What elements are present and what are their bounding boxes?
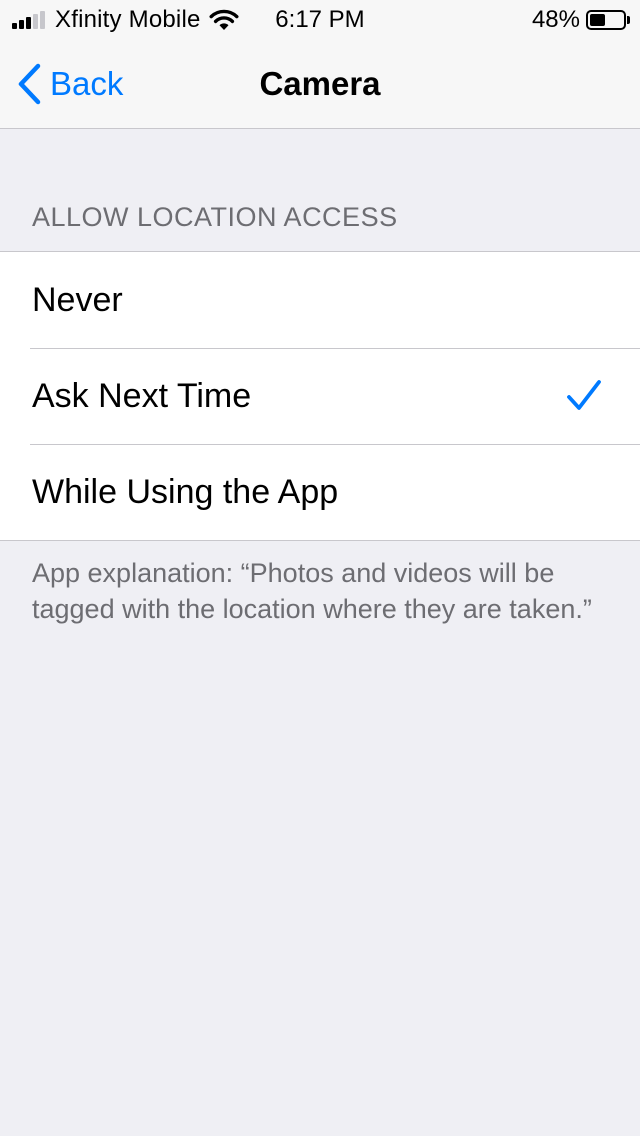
option-label: While Using the App [32,473,339,511]
app-explanation: App explanation: “Photos and videos will… [32,558,592,624]
option-label: Never [32,281,123,319]
page-title: Camera [259,65,381,102]
battery-percent: 48% [531,6,580,33]
navigation-bar: Back Camera [0,40,640,129]
battery-fill [590,14,605,26]
option-ask-next-time[interactable]: Ask Next Time [0,348,640,444]
battery-icon [586,10,626,30]
battery-nub [627,16,630,24]
section-header: ALLOW LOCATION ACCESS [32,202,398,232]
option-never[interactable]: Never [0,252,640,348]
option-while-using-app[interactable]: While Using the App [0,444,640,540]
status-bar: Xfinity Mobile 6:17 PM 48% [0,0,640,40]
location-options-list: Never Ask Next Time While Using the App [0,251,640,541]
status-right: 48% [532,6,630,34]
option-label: Ask Next Time [32,377,252,415]
checkmark-icon [567,380,601,410]
